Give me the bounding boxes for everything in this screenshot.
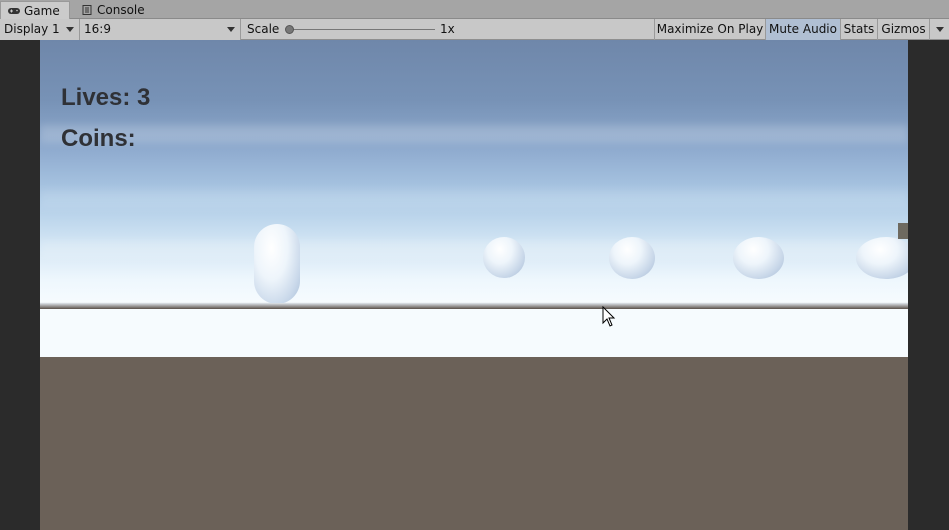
mute-audio-button[interactable]: Mute Audio	[766, 19, 841, 40]
chevron-down-icon	[936, 27, 944, 32]
gizmos-dropdown[interactable]	[930, 19, 949, 40]
sky-cloud-band	[40, 125, 908, 143]
console-icon	[80, 2, 94, 15]
mouse-cursor-icon	[602, 306, 616, 327]
scale-label: Scale	[247, 22, 280, 36]
aspect-dropdown-label: 16:9	[84, 22, 111, 36]
gizmos-button[interactable]: Gizmos	[878, 19, 930, 40]
maximize-on-play-label: Maximize On Play	[656, 22, 764, 36]
ground-plane	[40, 357, 908, 530]
tab-game[interactable]: Game	[0, 1, 70, 19]
tab-console-label: Console	[97, 3, 145, 17]
chevron-down-icon	[227, 27, 235, 32]
mute-audio-label: Mute Audio	[769, 22, 837, 36]
tab-game-label: Game	[24, 4, 60, 18]
stats-button[interactable]: Stats	[841, 19, 878, 40]
tab-bar: Game Console	[0, 0, 949, 19]
coin-sphere	[733, 237, 784, 279]
coin-sphere	[483, 237, 525, 278]
player-capsule	[254, 224, 300, 304]
gamepad-icon	[7, 3, 21, 14]
game-viewport[interactable]: Lives: 3 Coins:	[40, 40, 908, 530]
display-dropdown[interactable]: Display 1	[0, 19, 80, 40]
offscreen-object	[898, 223, 908, 239]
coins-counter: Coins:	[61, 125, 136, 152]
stats-label: Stats	[843, 22, 875, 36]
tab-console[interactable]: Console	[74, 1, 154, 19]
unity-game-window: Game Console Display 1 16:9 Scale 1x Max…	[0, 0, 949, 530]
sky-cloud-band	[40, 190, 908, 208]
coin-sphere	[856, 237, 908, 279]
scale-value: 1x	[440, 22, 455, 36]
display-dropdown-label: Display 1	[4, 22, 60, 36]
scale-slider-handle[interactable]	[285, 25, 294, 34]
scale-slider-track[interactable]	[287, 29, 435, 30]
maximize-on-play-button[interactable]: Maximize On Play	[655, 19, 766, 40]
platform-floor	[40, 309, 908, 357]
game-toolbar: Display 1 16:9 Scale 1x Maximize On Play…	[0, 19, 949, 40]
lives-counter: Lives: 3	[61, 84, 151, 111]
gizmos-label: Gizmos	[881, 22, 926, 36]
coin-sphere	[609, 237, 655, 279]
aspect-dropdown[interactable]: 16:9	[80, 19, 241, 40]
chevron-down-icon	[66, 27, 74, 32]
